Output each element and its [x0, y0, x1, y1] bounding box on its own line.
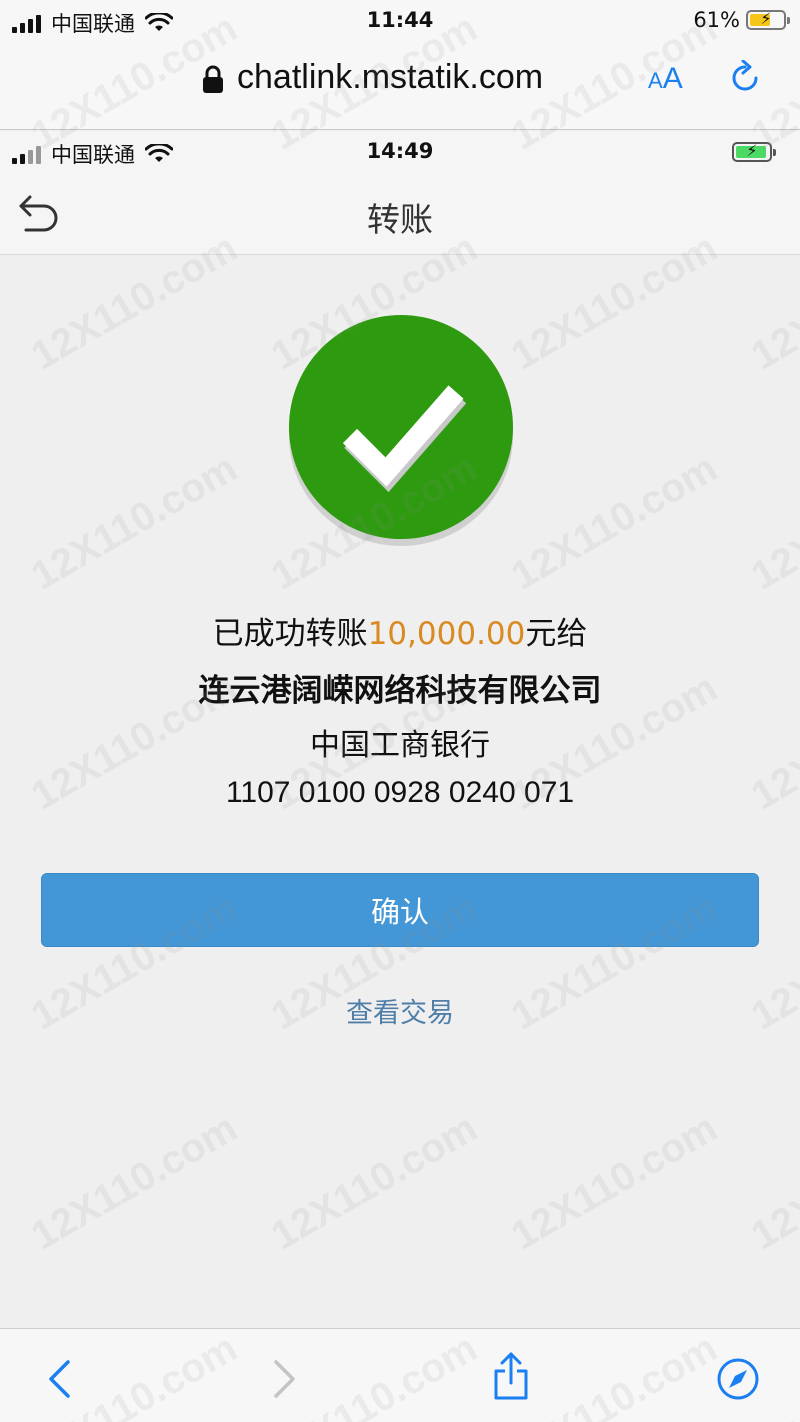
browser-forward-icon[interactable]	[272, 1359, 298, 1399]
account-number: 1107 0100 0928 0240 071	[225, 776, 575, 809]
battery-icon: ⚡	[746, 9, 790, 30]
lock-icon	[203, 65, 223, 93]
inner-battery-icon: ⚡	[732, 141, 776, 162]
transfer-amount: 10,000.00	[367, 616, 526, 652]
url-text[interactable]: chatlink.mstatik.com	[237, 58, 543, 97]
confirm-button[interactable]: 确认	[41, 873, 759, 947]
inner-clock: 14:49	[366, 139, 434, 163]
compass-icon[interactable]	[716, 1357, 760, 1401]
browser-address-bar[interactable]: chatlink.mstatik.com AA	[0, 42, 800, 130]
success-check-icon	[289, 315, 513, 546]
device-status-bar: 中国联通 11:44 61% ⚡	[0, 0, 800, 42]
inner-status-bar: 中国联通 14:49 ⚡	[0, 131, 800, 173]
navigation-bar: 转账	[0, 173, 800, 255]
battery-indicator: 61% ⚡	[693, 8, 790, 32]
browser-toolbar	[0, 1328, 800, 1422]
reload-icon[interactable]	[728, 60, 762, 96]
text-size-button[interactable]: AA	[648, 62, 683, 96]
page-title: 转账	[367, 200, 433, 239]
recipient-name: 连云港阔嵘网络科技有限公司	[198, 673, 602, 709]
battery-percent: 61%	[693, 8, 740, 32]
transfer-summary: 已成功转账10,000.00元给	[212, 616, 588, 652]
share-icon[interactable]	[492, 1351, 530, 1401]
bank-name: 中国工商银行	[310, 728, 490, 763]
view-transaction-link[interactable]: 查看交易	[0, 991, 800, 1030]
transfer-result-panel: 已成功转账10,000.00元给 连云港阔嵘网络科技有限公司 中国工商银行 11…	[0, 256, 800, 1328]
clock: 11:44	[366, 8, 434, 32]
browser-back-icon[interactable]	[46, 1359, 72, 1399]
